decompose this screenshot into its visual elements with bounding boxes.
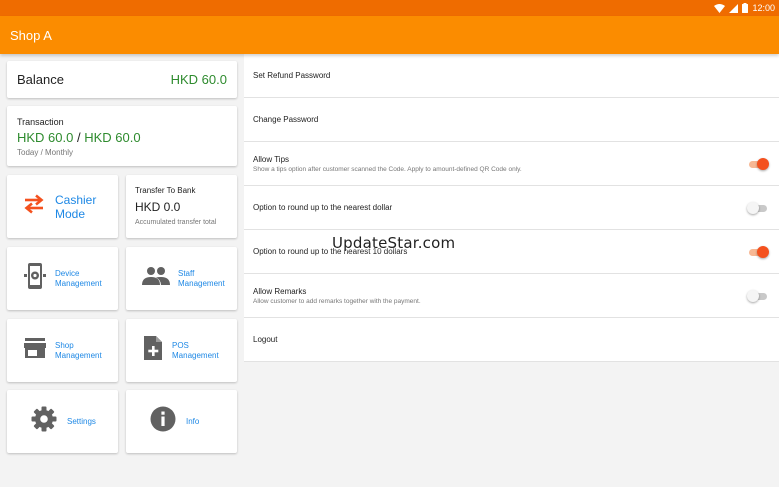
transfer-to-bank-card[interactable]: Transfer To Bank HKD 0.0 Accumulated tra… <box>126 175 237 238</box>
settings-panel: Set Refund Password Change Password Allo… <box>244 54 779 362</box>
device-management-button[interactable]: Device Management <box>7 247 118 310</box>
settings-button[interactable]: Settings <box>7 390 118 453</box>
transaction-today-value: HKD 60.0 <box>17 130 74 145</box>
allow-tips-title: Allow Tips <box>253 154 290 164</box>
allow-tips-row: Allow Tips Show a tips option after cust… <box>244 142 779 186</box>
allow-remarks-row: Allow Remarks Allow customer to add rema… <box>244 274 779 318</box>
pos-management-label: POS Management <box>172 341 219 361</box>
device-management-line1: Device <box>55 268 80 278</box>
balance-card[interactable]: Balance HKD 60.0 <box>7 61 237 98</box>
toggle-thumb <box>747 201 759 214</box>
info-label: Info <box>186 416 200 426</box>
round-dollar-toggle[interactable] <box>747 201 769 215</box>
allow-tips-description: Show a tips option after customer scanne… <box>253 165 522 173</box>
people-icon <box>142 266 170 291</box>
battery-icon <box>742 3 749 13</box>
allow-tips-text: Allow Tips Show a tips option after cust… <box>253 155 522 173</box>
app-title: Shop A <box>10 27 52 43</box>
transaction-amounts: HKD 60.0 / HKD 60.0 <box>17 130 227 145</box>
staff-management-label: Staff Management <box>178 269 225 289</box>
staff-management-line1: Staff <box>178 268 195 278</box>
logout-title: Logout <box>253 335 278 344</box>
allow-remarks-title: Allow Remarks <box>253 286 307 296</box>
transfer-value: HKD 0.0 <box>135 200 181 214</box>
round-10-dollars-row: Option to round up to the nearest 10 dol… <box>244 230 779 274</box>
balance-value: HKD 60.0 <box>170 72 227 87</box>
watermark: UpdateStar.com <box>332 234 456 252</box>
shop-management-button[interactable]: Shop Management <box>7 319 118 382</box>
transfer-sub-label: Accumulated transfer total <box>135 219 217 226</box>
status-time: 12:00 <box>752 3 775 13</box>
balance-label: Balance <box>17 72 64 87</box>
wifi-icon <box>714 3 726 13</box>
round-dollar-row: Option to round up to the nearest dollar <box>244 186 779 230</box>
staff-management-button[interactable]: Staff Management <box>126 247 237 310</box>
status-bar: 12:00 <box>0 0 779 16</box>
set-refund-password-row[interactable]: Set Refund Password <box>244 54 779 98</box>
allow-remarks-description: Allow customer to add remarks together w… <box>253 297 421 305</box>
transaction-label: Transaction <box>17 117 64 127</box>
change-password-title: Change Password <box>253 115 319 124</box>
transaction-card[interactable]: Transaction HKD 60.0 / HKD 60.0 Today / … <box>7 106 237 166</box>
device-management-line2: Management <box>55 278 102 288</box>
signal-icon <box>729 3 739 13</box>
transfer-label: Transfer To Bank <box>135 186 196 195</box>
toggle-thumb <box>757 245 769 258</box>
change-password-row[interactable]: Change Password <box>244 98 779 142</box>
round-dollar-title: Option to round up to the nearest dollar <box>253 203 393 212</box>
allow-remarks-text: Allow Remarks Allow customer to add rema… <box>253 287 421 305</box>
device-management-label: Device Management <box>55 269 102 289</box>
cashier-mode-line1: Cashier <box>55 192 97 207</box>
transaction-separator: / <box>73 130 85 145</box>
info-icon <box>150 406 176 437</box>
cashier-mode-line2: Mode <box>55 206 86 221</box>
transaction-monthly-value: HKD 60.0 <box>84 130 141 145</box>
pos-management-button[interactable]: POS Management <box>126 319 237 382</box>
allow-tips-toggle[interactable] <box>747 157 769 171</box>
shop-management-label: Shop Management <box>55 341 102 361</box>
toggle-thumb <box>757 157 769 170</box>
settings-label: Settings <box>67 416 96 426</box>
toggle-thumb <box>747 289 759 302</box>
swap-arrows-icon <box>23 194 45 219</box>
logout-row[interactable]: Logout <box>244 318 779 362</box>
pos-management-line1: POS <box>172 340 189 350</box>
allow-remarks-toggle[interactable] <box>747 289 769 303</box>
app-bar: Shop A <box>0 16 779 54</box>
cashier-mode-label: Cashier Mode <box>55 193 96 221</box>
shop-management-line1: Shop <box>55 340 74 350</box>
document-add-icon <box>142 335 164 366</box>
shop-management-line2: Management <box>55 350 102 360</box>
cashier-mode-button[interactable]: Cashier Mode <box>7 175 118 238</box>
store-icon <box>23 337 47 364</box>
round-10-dollars-toggle[interactable] <box>747 245 769 259</box>
pos-management-line2: Management <box>172 350 219 360</box>
info-button[interactable]: Info <box>126 390 237 453</box>
staff-management-line2: Management <box>178 278 225 288</box>
gear-icon <box>31 406 57 437</box>
set-refund-password-title: Set Refund Password <box>253 71 331 80</box>
transaction-period-label: Today / Monthly <box>17 148 74 157</box>
phone-settings-icon <box>23 262 47 295</box>
